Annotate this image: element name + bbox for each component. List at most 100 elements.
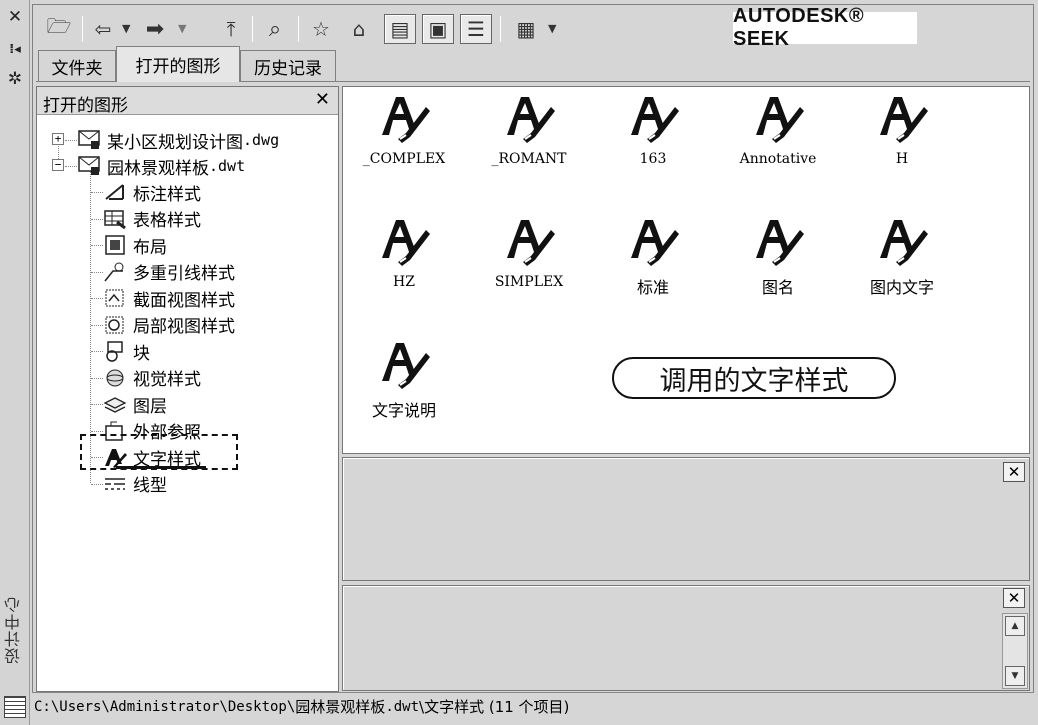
text-style-icon bbox=[598, 212, 708, 272]
palette-grip-icon[interactable] bbox=[4, 696, 26, 718]
tree-item-blocks[interactable]: 块 bbox=[103, 338, 150, 364]
collapse-icon[interactable]: − bbox=[52, 159, 64, 171]
tree-item-label: 线型 bbox=[133, 476, 167, 496]
tree-item-linetype[interactable]: 线型 bbox=[103, 471, 167, 497]
text-style-icon bbox=[847, 89, 957, 149]
text-style-icon bbox=[474, 89, 584, 149]
section-view-style-icon bbox=[103, 287, 127, 309]
drawing-name: 某小区规划设计图 bbox=[107, 132, 243, 153]
tree-item-label: 局部视图样式 bbox=[133, 317, 235, 337]
text-style-item[interactable]: HZ bbox=[349, 212, 459, 290]
description-icon[interactable]: ☰ bbox=[460, 14, 492, 44]
text-style-icon bbox=[723, 212, 833, 272]
tab-folders[interactable]: 文件夹 bbox=[38, 50, 116, 82]
close-preview-icon[interactable]: ✕ bbox=[1003, 462, 1025, 482]
toolbar: 🗁 ⇦ ▼ ➡ ▼ ⤒ ⌕ ☆ ⌂ ▤ ▣ ☰ ▦ ▼ bbox=[38, 8, 738, 48]
tree-toggle-icon[interactable]: ▤ bbox=[384, 14, 416, 44]
text-style-item[interactable]: 图名 bbox=[723, 212, 833, 298]
visual-style-icon bbox=[103, 367, 127, 389]
text-style-item[interactable]: Annotative bbox=[723, 89, 833, 167]
status-bar: C:\Users\Administrator\Desktop\ 园林景观样板 .dw… bbox=[32, 692, 1034, 720]
text-style-item[interactable]: SIMPLEX bbox=[474, 212, 584, 290]
text-style-label: 163 bbox=[639, 151, 667, 167]
autodesk-seek-button[interactable]: AUTODESK® SEEK bbox=[733, 5, 917, 50]
tree-item-layers[interactable]: 图层 bbox=[103, 391, 167, 417]
description-scrollbar[interactable]: ▲ ▼ bbox=[1002, 613, 1028, 689]
back-dropdown-icon[interactable]: ▼ bbox=[122, 22, 130, 35]
back-icon[interactable]: ⇦ bbox=[88, 14, 118, 44]
layout-icon bbox=[103, 234, 127, 256]
drawing-name: 园林景观样板 bbox=[107, 158, 209, 179]
close-icon[interactable]: ✕ bbox=[315, 89, 330, 110]
tree-item-drawing[interactable]: 某小区规划设计图 .dwg bbox=[77, 127, 279, 153]
scroll-up-icon[interactable]: ▲ bbox=[1005, 616, 1025, 636]
text-style-icon bbox=[598, 89, 708, 149]
text-style-icon bbox=[349, 212, 459, 272]
scroll-down-icon[interactable]: ▼ bbox=[1005, 666, 1025, 686]
text-style-item[interactable]: 文字说明 bbox=[349, 335, 459, 421]
views-dropdown-icon[interactable]: ▼ bbox=[548, 22, 556, 35]
text-style-item[interactable]: 163 bbox=[598, 89, 708, 167]
text-style-item[interactable]: 图内文字 bbox=[847, 212, 957, 298]
text-style-label: H bbox=[895, 151, 909, 167]
status-rest: \文字样式 (11 个项目) bbox=[419, 698, 570, 716]
callout-label: 调用的文字样式 bbox=[612, 357, 896, 399]
text-style-item[interactable]: _COMPLEX bbox=[349, 89, 459, 167]
close-description-icon[interactable]: ✕ bbox=[1003, 588, 1025, 608]
text-style-item[interactable]: H bbox=[847, 89, 957, 167]
tree-title: 打开的图形 bbox=[43, 96, 128, 116]
selection-highlight bbox=[80, 434, 238, 470]
description-pane: ✕ bbox=[342, 585, 1030, 691]
text-style-label: 文字说明 bbox=[371, 401, 436, 420]
text-style-label: 标准 bbox=[636, 278, 669, 297]
forward-dropdown-icon[interactable]: ▼ bbox=[178, 22, 186, 35]
drawing-extension: .dwt bbox=[209, 157, 246, 175]
tree-item-label: 多重引线样式 bbox=[133, 264, 235, 284]
text-style-icon bbox=[847, 212, 957, 272]
drawing-extension: .dwg bbox=[243, 131, 280, 149]
tree-item-label: 截面视图样式 bbox=[133, 290, 235, 311]
blocks-icon bbox=[103, 340, 127, 362]
forward-icon[interactable]: ➡ bbox=[138, 14, 172, 44]
load-icon[interactable]: 🗁 bbox=[42, 14, 76, 44]
tree-item-label: 视觉样式 bbox=[133, 370, 201, 390]
tree-panel: 打开的图形 ✕ + 某小区规划设计图 .dwg − 园林景观样板 .dwt 标注样式 表格样式… bbox=[36, 86, 339, 692]
detail-view-style-icon bbox=[103, 314, 127, 336]
tree-item-drawing[interactable]: 园林景观样板 .dwt bbox=[77, 153, 245, 179]
views-icon[interactable]: ▦ bbox=[510, 14, 542, 44]
text-style-label: 图内文字 bbox=[869, 278, 934, 297]
expand-icon[interactable]: + bbox=[52, 133, 64, 145]
properties-icon[interactable]: ✲ bbox=[4, 68, 26, 90]
up-icon[interactable]: ⤒ bbox=[216, 14, 246, 44]
text-style-label: HZ bbox=[393, 274, 415, 290]
text-style-icon bbox=[349, 335, 459, 395]
home-icon[interactable]: ⌂ bbox=[344, 14, 374, 44]
text-style-icon bbox=[349, 89, 459, 149]
close-palette-icon[interactable]: ✕ bbox=[4, 6, 26, 28]
preview-icon[interactable]: ▣ bbox=[422, 14, 454, 44]
auto-hide-icon[interactable]: ⁞◂ bbox=[4, 38, 26, 60]
text-style-icon bbox=[723, 89, 833, 149]
tree-item-layout[interactable]: 布局 bbox=[103, 232, 167, 258]
text-style-item[interactable]: 标准 bbox=[598, 212, 708, 298]
selection-underline bbox=[116, 466, 206, 469]
tree-item-detail-view-style[interactable]: 局部视图样式 bbox=[103, 312, 235, 338]
tree-item-dimension-style[interactable]: 标注样式 bbox=[103, 179, 201, 205]
search-icon[interactable]: ⌕ bbox=[260, 14, 290, 44]
text-style-label: _COMPLEX bbox=[362, 151, 446, 167]
tab-history[interactable]: 历史记录 bbox=[240, 50, 336, 82]
status-ext: .dwt bbox=[385, 698, 420, 715]
tab-open-drawings[interactable]: 打开的图形 bbox=[116, 46, 240, 82]
text-style-label: Annotative bbox=[739, 151, 817, 167]
favorites-icon[interactable]: ☆ bbox=[306, 14, 336, 44]
text-style-item[interactable]: _ROMANT bbox=[474, 89, 584, 167]
drawing-file-icon bbox=[77, 129, 101, 151]
tree-item-multileader-style[interactable]: 多重引线样式 bbox=[103, 259, 235, 285]
tree-item-table-style[interactable]: 表格样式 bbox=[103, 206, 201, 232]
text-style-label: 图名 bbox=[761, 278, 794, 297]
text-style-label: _ROMANT bbox=[491, 151, 567, 167]
status-file: 园林景观样板 bbox=[295, 698, 386, 716]
tree-item-section-view-style[interactable]: 截面视图样式 bbox=[103, 285, 235, 311]
multileader-style-icon bbox=[103, 261, 127, 283]
tree-item-visual-style[interactable]: 视觉样式 bbox=[103, 365, 201, 391]
